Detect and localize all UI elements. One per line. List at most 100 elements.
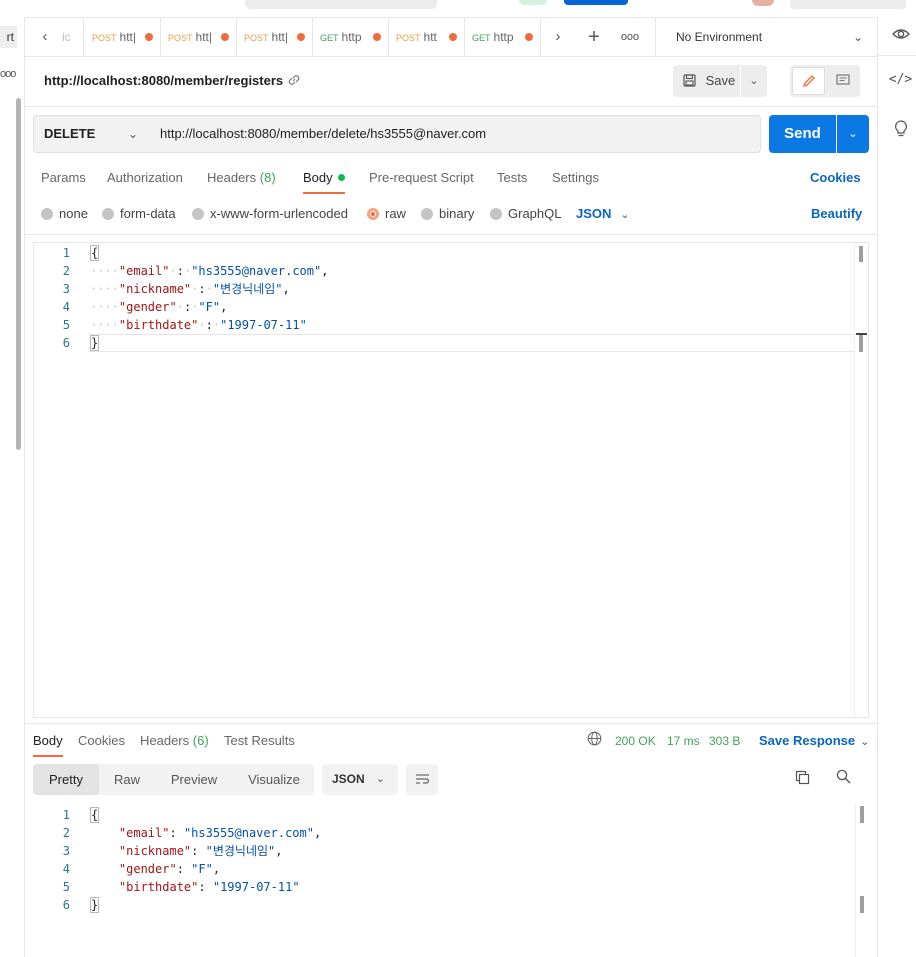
request-title[interactable]: http://localhost:8080/member/registers <box>44 73 283 88</box>
avatar[interactable] <box>752 0 774 6</box>
response-tab-test-results[interactable]: Test Results <box>224 733 295 757</box>
radio-circle-icon <box>421 208 433 220</box>
cookies-link[interactable]: Cookies <box>810 170 861 185</box>
editor-scrollbar[interactable] <box>854 243 868 717</box>
save-dropdown-chevron-icon[interactable]: ⌄ <box>741 65 767 97</box>
format-preview[interactable]: Preview <box>161 764 227 795</box>
send-dropdown-chevron-icon[interactable]: ⌄ <box>837 115 869 153</box>
floppy-icon <box>683 73 700 88</box>
json-value: "F" <box>198 300 221 314</box>
response-scrollbar[interactable] <box>855 804 868 957</box>
tab-method: POST <box>92 33 117 43</box>
response-language-select[interactable]: JSON ⌄ <box>322 764 398 795</box>
lightbulb-icon[interactable] <box>881 120 916 140</box>
method-label: DELETE <box>44 126 96 141</box>
response-tab-body[interactable]: Body <box>33 733 63 757</box>
search-icon[interactable] <box>836 769 851 788</box>
tab-pre-request-script[interactable]: Pre-request Script <box>369 170 474 194</box>
top-right-fragment <box>790 0 906 9</box>
request-tab[interactable]: POST htt| <box>85 18 161 56</box>
url-input[interactable]: http://localhost:8080/member/delete/hs35… <box>148 115 761 153</box>
format-visualize[interactable]: Visualize <box>237 764 311 795</box>
radio-circle-icon <box>41 208 53 220</box>
response-divider[interactable] <box>25 723 877 724</box>
radio-form-data[interactable]: form-data <box>102 206 176 222</box>
tab-body-label: Body <box>303 170 333 185</box>
pencil-icon[interactable] <box>792 67 825 95</box>
right-sidebar <box>877 17 916 957</box>
save-button[interactable]: Save <box>673 65 741 97</box>
radio-circle-icon <box>192 208 204 220</box>
sidebar-scrollbar[interactable] <box>16 98 21 450</box>
left-sidebar <box>0 17 25 957</box>
response-scroll-marker <box>860 896 864 913</box>
tab-body[interactable]: Body <box>303 170 345 194</box>
response-time[interactable]: 17 ms <box>667 734 700 748</box>
tab-method: POST <box>244 33 269 43</box>
save-response-label: Save Response <box>759 733 856 748</box>
method-select[interactable]: DELETE ⌄ <box>33 115 149 153</box>
radio-x-www-form-urlencoded[interactable]: x-www-form-urlencoded <box>192 206 348 222</box>
editor-scroll-marker <box>859 333 863 352</box>
eye-icon[interactable] <box>881 27 916 44</box>
tab-scroll-right-icon[interactable]: › <box>540 18 576 56</box>
json-brace: } <box>90 897 100 913</box>
format-raw[interactable]: Raw <box>102 764 152 795</box>
request-tab-active[interactable]: GET http <box>465 18 541 56</box>
link-icon[interactable] <box>287 73 301 90</box>
radio-raw[interactable]: raw <box>367 206 406 222</box>
tab-url: htt| <box>195 30 212 44</box>
body-indicator-dot-icon <box>337 174 345 181</box>
environment-selector[interactable]: No Environment ⌄ <box>655 18 877 56</box>
request-tab[interactable]: POST htt| <box>237 18 313 56</box>
response-headers-count: (6) <box>192 733 209 748</box>
radio-label: binary <box>439 206 475 221</box>
response-size[interactable]: 303 B <box>709 734 740 748</box>
environment-label: No Environment <box>676 30 763 44</box>
unsaved-dot-icon <box>373 33 381 41</box>
tab-partial-label: ic <box>62 30 71 44</box>
radio-graphql[interactable]: GraphQL <box>490 206 561 222</box>
radio-label: none <box>59 206 88 221</box>
radio-none[interactable]: none <box>41 206 88 222</box>
json-value: "1997-07-11" <box>212 880 300 894</box>
request-tab[interactable]: POST htt| <box>161 18 237 56</box>
code-icon[interactable]: </> <box>881 72 916 87</box>
globe-icon[interactable] <box>587 731 602 750</box>
request-tab[interactable]: GET http <box>313 18 389 56</box>
json-key: "gender" <box>118 862 177 876</box>
tab-partial[interactable]: ic <box>58 18 84 56</box>
send-button[interactable]: Send <box>769 115 836 153</box>
json-brace: { <box>90 245 100 261</box>
chevron-down-icon: ⌄ <box>852 30 863 44</box>
json-value: "변경닉네임" <box>205 844 276 858</box>
tab-settings[interactable]: Settings <box>552 170 599 194</box>
copy-icon[interactable] <box>795 770 810 788</box>
response-tab-headers[interactable]: Headers (6) <box>140 733 209 757</box>
wrap-lines-icon[interactable] <box>406 764 438 795</box>
format-pretty[interactable]: Pretty <box>33 764 99 795</box>
tab-params[interactable]: Params <box>41 170 86 194</box>
tab-headers[interactable]: Headers (8) <box>207 170 276 194</box>
body-format-select[interactable]: JSON ⌄ <box>576 206 630 221</box>
tab-authorization[interactable]: Authorization <box>107 170 183 194</box>
top-upgrade-button-fragment[interactable] <box>564 0 628 5</box>
top-search-bar-fragment <box>245 0 437 9</box>
tab-url: htt <box>423 30 437 44</box>
tab-tests[interactable]: Tests <box>497 170 527 194</box>
chevron-down-icon: ⌄ <box>375 773 385 785</box>
beautify-link[interactable]: Beautify <box>811 206 862 221</box>
tab-url: http <box>341 30 362 44</box>
comment-icon[interactable] <box>827 67 858 95</box>
response-tab-cookies[interactable]: Cookies <box>78 733 125 757</box>
radio-binary[interactable]: binary <box>421 206 474 222</box>
tab-more-icon[interactable]: ooo <box>612 18 648 56</box>
response-status[interactable]: 200 OK <box>615 734 656 748</box>
sidebar-tab-fragment[interactable]: rt <box>0 26 17 48</box>
sidebar-more-icon[interactable]: ooo <box>0 68 16 80</box>
new-tab-plus-icon[interactable]: + <box>576 18 612 56</box>
unsaved-dot-icon <box>221 33 229 41</box>
save-response-button[interactable]: Save Response ⌄ <box>759 733 869 748</box>
request-tab[interactable]: POST htt <box>389 18 465 56</box>
radio-selected-icon <box>367 208 379 220</box>
